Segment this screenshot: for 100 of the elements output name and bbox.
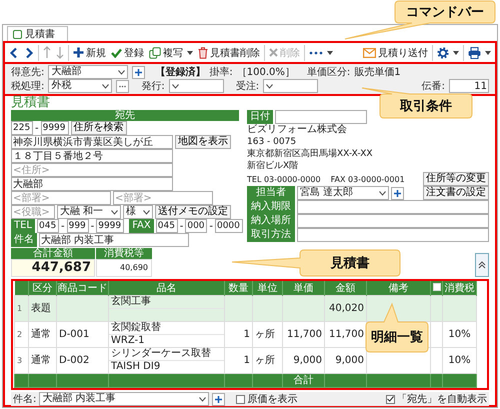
company-address: 東京都新宿区高田馬場XX-X-XX [247, 148, 374, 160]
total-value: 447,687 [11, 259, 95, 277]
department-field[interactable]: <部署> [113, 191, 213, 205]
table-cell: 9,000 [335, 354, 364, 366]
printer-icon [468, 46, 481, 58]
fax-field[interactable]: 045 [156, 219, 178, 233]
caret-icon [118, 70, 126, 74]
caret-icon [111, 210, 118, 214]
text-field[interactable] [297, 214, 489, 228]
table-cell: ヶ所 [255, 328, 275, 340]
section-header: 宛先 [11, 110, 239, 121]
memo-settings-button[interactable]: 送付メモの設定 [155, 205, 231, 219]
staff-select[interactable]: 宮島 達太郎 [297, 186, 389, 200]
tax-select[interactable]: 外税 [48, 79, 112, 93]
contact-select[interactable]: 大融 和一 [57, 205, 121, 219]
fax-number: FAX 03-0000-0001 [330, 174, 405, 184]
callout-label: 明細一覧 [371, 329, 423, 346]
table-cell: 11,700 [329, 328, 364, 340]
table-cell: 通常 [31, 328, 51, 340]
arrow-down-icon [56, 46, 64, 59]
phone-field[interactable]: 9999 [96, 219, 124, 233]
column-header: 金額 [336, 283, 356, 294]
document-tab[interactable]: 見積書 [7, 26, 68, 41]
zip-field[interactable]: 9999 [40, 121, 69, 135]
address-field[interactable]: １８丁目５番地２号 [11, 149, 173, 163]
phone-field[interactable]: 999 [66, 219, 89, 233]
column-header: 単価 [294, 283, 314, 294]
auto-show-checkbox[interactable]: 「宛先」を自動表示 [386, 392, 487, 406]
address-field[interactable]: 神奈川県横浜市青葉区美しが丘 [11, 135, 173, 149]
register-button[interactable]: 登録 [109, 44, 146, 62]
tel-label: TEL [11, 219, 35, 233]
table-cell: 玄関錠取替 [111, 322, 161, 333]
text-field[interactable] [297, 200, 489, 214]
total-header: 合計金額 [11, 248, 95, 259]
plus-icon [135, 68, 142, 76]
field-label: 伝番: [422, 80, 445, 93]
price-class-value: 販売単価1 [354, 66, 401, 79]
separator-text: - [35, 122, 39, 134]
separator-text: - [61, 220, 65, 232]
company-field[interactable]: 大融部 [11, 177, 173, 191]
table-cell: 10% [448, 328, 471, 340]
fax-field[interactable]: 0000 [214, 219, 243, 233]
fax-field[interactable]: 000 [185, 219, 208, 233]
table-cell: 表題 [31, 302, 51, 314]
date-field[interactable] [275, 110, 367, 124]
column-header: 備考 [388, 283, 408, 294]
document-icon [13, 30, 22, 38]
table-cell: 10% [448, 354, 471, 366]
trash-icon [198, 46, 208, 58]
subject-field[interactable]: 大融部 内装工事 [39, 233, 189, 247]
caret-icon [199, 396, 206, 402]
add-button[interactable] [212, 392, 226, 406]
department-field[interactable]: <部署> [11, 191, 111, 205]
staff-label: 担当者 [247, 186, 295, 200]
delete-estimate-button[interactable]: 見積書削除 [196, 44, 262, 62]
add-button[interactable] [391, 186, 404, 200]
table-cell: ヶ所 [255, 354, 275, 366]
fax-label: FAX [129, 219, 154, 233]
arrow-up-icon [43, 46, 51, 59]
text-field[interactable] [297, 228, 489, 242]
status-text: 【登録済】 [155, 65, 206, 79]
subject-select[interactable]: 大融部 内装工事 [39, 392, 210, 406]
address-search-button[interactable]: 住所を検索 [70, 121, 127, 135]
table-cell: シリンダーケース取替 [111, 348, 211, 359]
double-chevron-up-icon [478, 261, 486, 269]
field-label: 得意先: [11, 66, 44, 79]
zip-field[interactable]: 225 [11, 121, 33, 135]
send-estimate-button[interactable]: 見積り送付 [361, 44, 430, 62]
field-label: 取引方法 [247, 228, 295, 242]
x-icon [269, 48, 278, 57]
chevron-right-icon [24, 46, 34, 58]
table-cell: WRZ-1 [111, 335, 144, 346]
copy-button[interactable]: 複写 [147, 44, 195, 62]
checkmark-icon [111, 48, 122, 58]
position-field[interactable]: <役職> [11, 205, 55, 219]
caret-icon [266, 84, 274, 88]
callout-label: 取引条件 [400, 98, 452, 115]
table-cell: 9,000 [293, 354, 322, 366]
show-map-button[interactable]: 地図を表示 [175, 135, 231, 149]
table-cell: 通常 [31, 354, 51, 366]
show-cost-checkbox[interactable]: 原価を表示 [236, 392, 298, 406]
order-settings-button[interactable]: 注文書の設定 [423, 186, 489, 200]
honorific-select[interactable]: 様 [123, 205, 153, 219]
customer-select[interactable]: 大融部 [48, 65, 128, 79]
scroll-up-button[interactable] [475, 253, 489, 277]
separator-text: - [209, 220, 213, 232]
field-label: 単価区分: [306, 66, 350, 79]
row-number: 1 [17, 304, 22, 312]
address-field[interactable]: <住所> [11, 163, 173, 177]
total-value: 40,690 [96, 259, 152, 277]
column-header: 単位 [258, 283, 278, 294]
slip-number-field[interactable]: 11 [449, 79, 489, 93]
column-header: 区分 [32, 283, 52, 294]
plus-icon [394, 190, 401, 196]
new-button[interactable]: 新規 [71, 44, 108, 62]
phone-field[interactable]: 045 [37, 219, 59, 233]
table-cell: 11,700 [287, 328, 322, 340]
change-address-button[interactable]: 住所等の変更 [423, 172, 489, 186]
column-header: 消費税 [444, 283, 474, 294]
add-button[interactable] [132, 66, 146, 78]
